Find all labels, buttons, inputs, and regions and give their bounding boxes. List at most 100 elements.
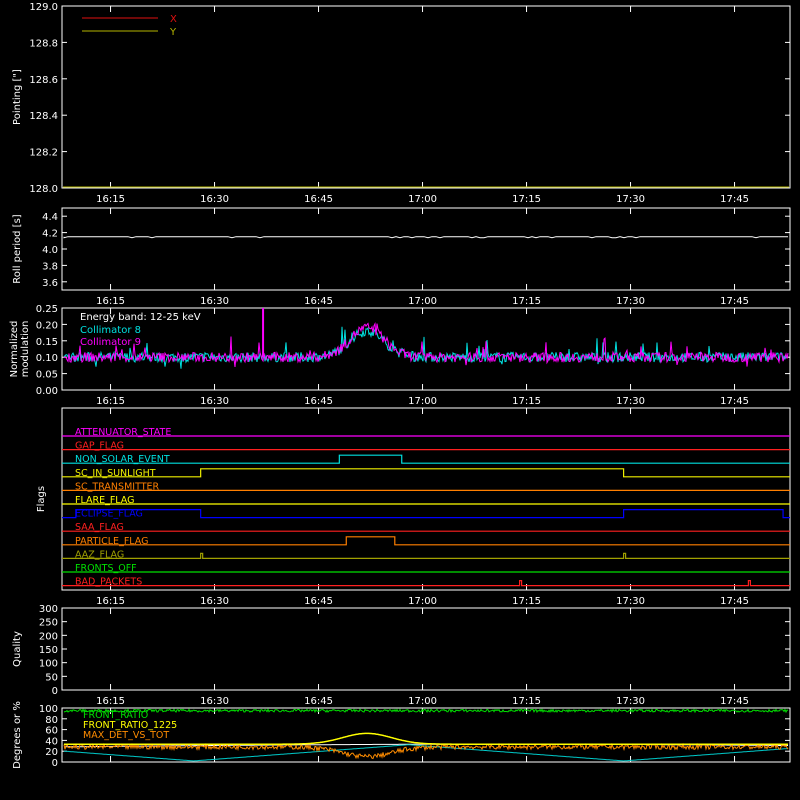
x-tick-label: 17:30	[616, 596, 645, 607]
y-tick-label: 128.6	[29, 75, 58, 86]
flag-label: FRONTS_OFF	[75, 563, 137, 574]
x-tick-label: 17:00	[408, 296, 437, 307]
y-axis-label: Normalized	[9, 321, 20, 378]
x-tick-label: 16:15	[96, 696, 125, 707]
roll-period-line	[63, 236, 788, 239]
y-tick-label: 20	[45, 747, 58, 758]
quicklook-plot-window: 128.0 128.2 128.4 128.6 128.8 129.0 16:15 16:30…	[0, 0, 800, 800]
x-tick-label: 16:45	[304, 596, 333, 607]
legend-label: X	[170, 14, 177, 25]
y-axis-label: Roll period [s]	[12, 214, 23, 283]
x-tick-label: 16:30	[200, 296, 229, 307]
y-axis-label: modulation	[20, 321, 31, 378]
y-tick-label: 300	[39, 604, 58, 615]
x-tick-label: 17:45	[720, 596, 749, 607]
y-tick-label: 100	[39, 659, 58, 670]
x-tick-label: 17:45	[720, 696, 749, 707]
y-axis-label: Flags	[36, 486, 47, 512]
y-tick-label: 4.2	[42, 229, 58, 240]
y-tick-label: 40	[45, 736, 58, 747]
y-axis-label: Degrees or %	[12, 701, 23, 769]
panel-quality: 0 50 100 150 200 250 300 16:15 16:30 16:45 17:00 17…	[12, 604, 791, 707]
panel-ratios: 020406080100Degrees or % FRONT_RATIOFRONT…	[12, 701, 791, 769]
y-tick-label: 4.4	[42, 212, 58, 223]
panel-pointing: 128.0 128.2 128.4 128.6 128.8 129.0 16:15 16:30…	[12, 2, 791, 205]
x-tick-label: 16:45	[304, 194, 333, 205]
front-ratio-line	[63, 708, 789, 714]
x-tick-label: 17:30	[616, 194, 645, 205]
modulation-series-1	[63, 326, 789, 369]
x-tick-label: 16:15	[96, 396, 125, 407]
x-tick-label: 16:45	[304, 396, 333, 407]
y-tick-label: 0.05	[36, 370, 58, 381]
energy-band-label: Energy band: 12-25 keV	[80, 312, 201, 323]
y-tick-label: 0.25	[36, 304, 58, 315]
x-tick-label: 17:15	[512, 396, 541, 407]
flag-label: NON_SOLAR_EVENT	[75, 454, 170, 465]
y-tick-label: 50	[45, 672, 58, 683]
legend-label: Collimator 9	[80, 337, 141, 348]
flag-line	[62, 468, 790, 478]
flag-label: ATTENUATOR_STATE	[75, 427, 171, 438]
x-tick-label: 17:00	[408, 596, 437, 607]
flag-label: AAZ_FLAG	[75, 549, 124, 560]
y-tick-label: 0.00	[36, 386, 58, 397]
y-tick-label: 128.4	[29, 111, 58, 122]
y-axis-label: Pointing ["]	[12, 69, 23, 125]
y-tick-label: 128.8	[29, 38, 58, 49]
flag-label: SAA_FLAG	[75, 522, 124, 533]
y-tick-label: 0	[52, 758, 58, 769]
panel-roll-period: 3.6 3.8 4.0 4.2 4.4 16:15 16:30 16:45 17:00 17:15…	[12, 207, 791, 307]
y-tick-label: 0	[52, 686, 58, 697]
flag-label: FLARE_FLAG	[75, 495, 135, 506]
x-tick-label: 17:45	[720, 194, 749, 205]
flag-line	[62, 552, 790, 559]
y-tick-label: 0.20	[36, 320, 58, 331]
panel-flags: 16:15 16:30 16:45 17:00 17:15 17:30 17:45 Flags…	[36, 407, 791, 607]
flag-label: BAD_PACKETS	[75, 577, 142, 588]
panel-modulation: 0.00 0.05 0.10 0.15 0.20 0.25 16:15 16:30 16:45 1…	[9, 304, 791, 407]
y-tick-label: 200	[39, 631, 58, 642]
flag-line	[62, 536, 790, 546]
flag-line	[62, 580, 790, 587]
x-tick-label: 17:00	[408, 194, 437, 205]
flag-label: PARTICLE_FLAG	[75, 536, 148, 547]
legend-label: MAX_DET_VS_TOT	[83, 730, 169, 741]
x-tick-label: 17:15	[512, 596, 541, 607]
y-tick-label: 3.6	[42, 278, 58, 289]
x-tick-label: 17:30	[616, 396, 645, 407]
y-tick-label: 128.2	[29, 148, 58, 159]
front-ratio-1225-line	[64, 732, 788, 745]
y-tick-label: 0.15	[36, 337, 58, 348]
flag-line	[62, 509, 790, 519]
y-tick-label: 128.0	[29, 184, 58, 195]
x-tick-label: 17:00	[408, 696, 437, 707]
y-tick-label: 250	[39, 618, 58, 629]
x-tick-label: 17:00	[408, 396, 437, 407]
y-tick-label: 3.8	[42, 261, 58, 272]
x-tick-label: 16:15	[96, 596, 125, 607]
legend-label: Y	[169, 27, 177, 38]
flag-label: ECLIPSE_FLAG	[75, 509, 143, 520]
y-tick-label: 60	[45, 726, 58, 737]
x-tick-label: 16:15	[96, 296, 125, 307]
x-tick-label: 16:30	[200, 194, 229, 205]
x-tick-label: 17:15	[512, 296, 541, 307]
panel-frame	[61, 707, 791, 763]
x-tick-label: 17:45	[720, 296, 749, 307]
x-tick-label: 17:30	[616, 696, 645, 707]
x-tick-label: 16:30	[200, 396, 229, 407]
flag-label: GAP_FLAG	[75, 441, 124, 452]
modulation-series-2	[63, 321, 789, 368]
flag-label: SC_IN_SUNLIGHT	[75, 468, 156, 479]
panel-frame	[61, 207, 791, 291]
y-tick-label: 129.0	[29, 2, 58, 13]
y-tick-label: 80	[45, 715, 58, 726]
y-tick-label: 0.10	[36, 353, 58, 364]
legend-label: Collimator 8	[80, 325, 141, 336]
quicklook-chart-stack: 128.0 128.2 128.4 128.6 128.8 129.0 16:15 16:30…	[9, 2, 791, 769]
x-tick-label: 17:15	[512, 194, 541, 205]
flag-label: SC_TRANSMITTER	[75, 481, 160, 492]
x-tick-label: 17:15	[512, 696, 541, 707]
flag-line	[62, 454, 790, 464]
